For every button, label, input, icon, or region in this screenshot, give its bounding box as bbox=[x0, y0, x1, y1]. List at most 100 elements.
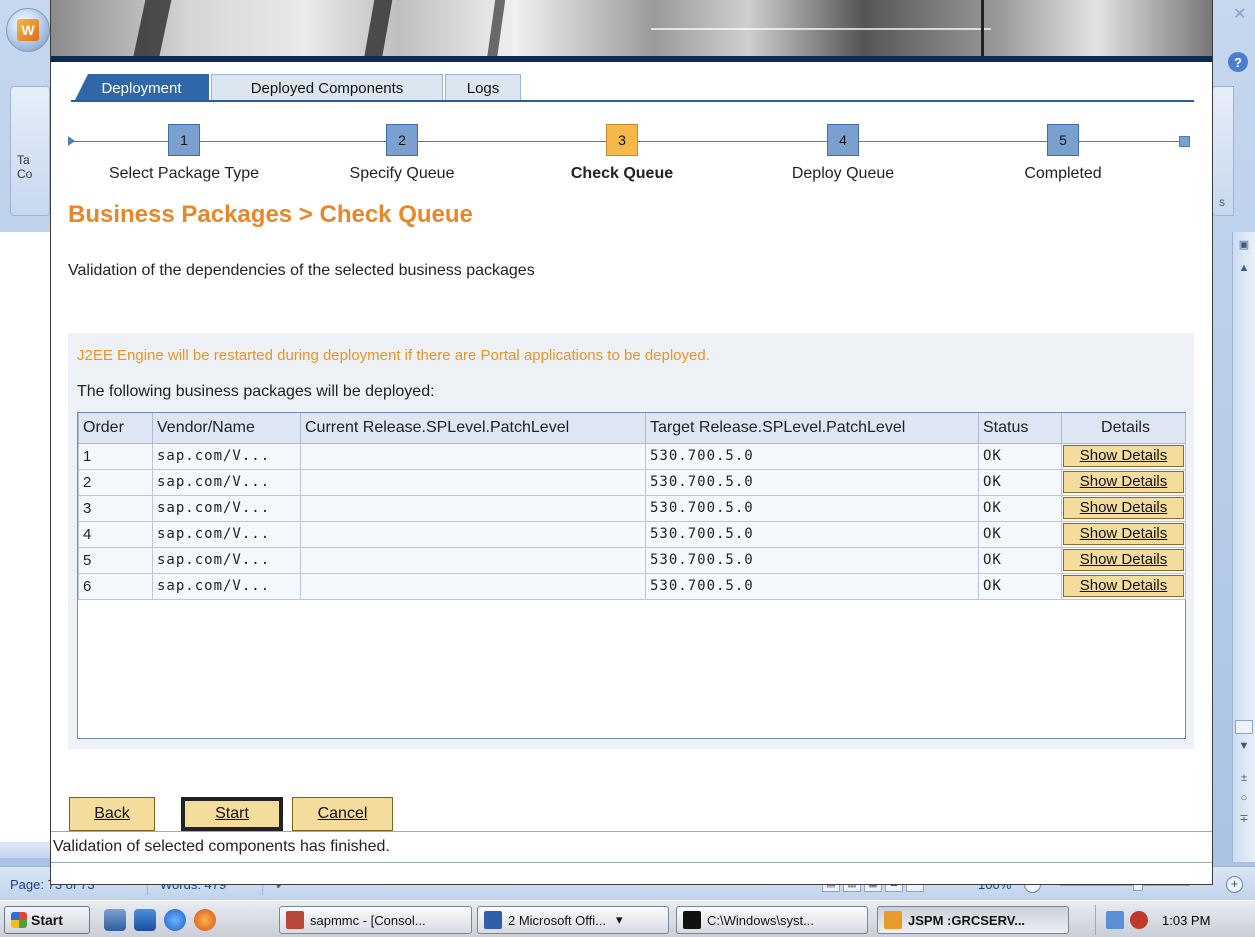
server-manager-icon[interactable] bbox=[104, 909, 126, 931]
roadmap-step-1[interactable]: 1 bbox=[168, 124, 200, 156]
cancel-button[interactable]: Cancel bbox=[292, 797, 393, 831]
show-details-button[interactable]: Show Details bbox=[1063, 523, 1184, 545]
table-row[interactable]: 2 sap.com/V... 530.700.5.0 OK Show Detai… bbox=[78, 468, 1186, 496]
cell-current-release bbox=[300, 572, 646, 600]
network-icon[interactable] bbox=[1106, 911, 1124, 929]
page-title: Business Packages > Check Queue bbox=[68, 201, 473, 228]
tab-label: Deployed Components bbox=[250, 80, 404, 97]
cell-target-release: 530.700.5.0 bbox=[645, 468, 979, 496]
column-header-order[interactable]: Order bbox=[78, 413, 153, 444]
back-button-label: Back bbox=[94, 805, 130, 822]
roadmap-step-4[interactable]: 4 bbox=[827, 124, 859, 156]
start-button[interactable]: Start bbox=[181, 797, 283, 831]
taskbar-item-word[interactable]: 2 Microsoft Offi... ▾ bbox=[477, 906, 669, 934]
cell-current-release bbox=[300, 520, 646, 548]
table-row[interactable]: 5 sap.com/V... 530.700.5.0 OK Show Detai… bbox=[78, 546, 1186, 574]
taskbar-item-label: JSPM :GRCSERV... bbox=[908, 912, 1026, 928]
cell-target-release: 530.700.5.0 bbox=[645, 442, 979, 470]
tab-deployment[interactable]: Deployment bbox=[74, 74, 209, 102]
step-number: 4 bbox=[839, 132, 847, 148]
scroll-thumb[interactable] bbox=[1235, 720, 1253, 734]
show-details-button[interactable]: Show Details bbox=[1063, 575, 1184, 597]
table-header-row: Order Vendor/Name Current Release.SPLeve… bbox=[78, 413, 1186, 444]
word-icon bbox=[484, 911, 502, 929]
cell-vendor: sap.com/V... bbox=[152, 546, 301, 574]
internet-explorer-icon[interactable] bbox=[164, 909, 186, 931]
ruler-toggle-icon[interactable]: ▣ bbox=[1235, 238, 1253, 251]
show-details-button[interactable]: Show Details bbox=[1063, 549, 1184, 571]
console-icon bbox=[683, 911, 701, 929]
cell-vendor: sap.com/V... bbox=[152, 468, 301, 496]
show-details-button[interactable]: Show Details bbox=[1063, 497, 1184, 519]
quick-launch bbox=[104, 909, 216, 931]
taskbar-item-label: sapmmc - [Consol... bbox=[310, 912, 426, 928]
word-vertical-scrollbar[interactable]: ▣ ▲ ▼ ± ○ ∓ bbox=[1232, 232, 1255, 862]
status-message: Validation of selected components has fi… bbox=[53, 838, 390, 855]
system-tray: 1:03 PM bbox=[1095, 905, 1252, 935]
column-header-vendor[interactable]: Vendor/Name bbox=[152, 413, 301, 444]
next-page-icon[interactable]: ∓ bbox=[1235, 812, 1253, 825]
tab-deployed-components[interactable]: Deployed Components bbox=[211, 74, 443, 102]
taskbar-item-sapmmc[interactable]: sapmmc - [Consol... bbox=[279, 906, 472, 934]
roadmap-step-3[interactable]: 3 bbox=[606, 124, 638, 156]
roadmap-label-1: Select Package Type bbox=[108, 165, 260, 182]
roadmap-step-5[interactable]: 5 bbox=[1047, 124, 1079, 156]
cell-vendor: sap.com/V... bbox=[152, 572, 301, 600]
taskbar-item-jspm[interactable]: JSPM :GRCSERV... bbox=[877, 906, 1069, 934]
office-button[interactable]: W bbox=[6, 8, 50, 52]
cell-details: Show Details bbox=[1061, 520, 1186, 548]
cell-target-release: 530.700.5.0 bbox=[645, 520, 979, 548]
word-ribbon-group-left: Ta Co bbox=[10, 86, 50, 216]
office-logo-icon: W bbox=[17, 19, 39, 41]
cell-current-release bbox=[300, 546, 646, 574]
taskbar-item-label: C:\Windows\syst... bbox=[707, 912, 814, 928]
show-details-button[interactable]: Show Details bbox=[1063, 471, 1184, 493]
step-number: 2 bbox=[398, 132, 406, 148]
cell-details: Show Details bbox=[1061, 494, 1186, 522]
roadmap-label-4: Deploy Queue bbox=[791, 165, 895, 182]
table-row[interactable]: 6 sap.com/V... 530.700.5.0 OK Show Detai… bbox=[78, 572, 1186, 600]
previous-page-icon[interactable]: ± bbox=[1235, 772, 1253, 784]
header-banner bbox=[51, 0, 1212, 62]
word-horizontal-scrollbar[interactable] bbox=[0, 842, 50, 858]
cell-current-release bbox=[300, 494, 646, 522]
column-header-status[interactable]: Status bbox=[978, 413, 1062, 444]
help-icon[interactable]: ? bbox=[1228, 52, 1248, 72]
taskbar-item-cmd[interactable]: C:\Windows\syst... bbox=[676, 906, 868, 934]
back-button[interactable]: Back bbox=[69, 797, 155, 831]
tab-label: Logs bbox=[466, 80, 500, 97]
roadmap-label-5: Completed bbox=[1024, 165, 1102, 182]
cell-target-release: 530.700.5.0 bbox=[645, 546, 979, 574]
scroll-up-icon[interactable]: ▲ bbox=[1235, 262, 1253, 274]
column-header-details[interactable]: Details bbox=[1061, 413, 1186, 444]
show-details-button[interactable]: Show Details bbox=[1063, 445, 1184, 467]
scroll-down-icon[interactable]: ▼ bbox=[1235, 740, 1253, 752]
clock[interactable]: 1:03 PM bbox=[1162, 913, 1210, 928]
tab-logs[interactable]: Logs bbox=[445, 74, 521, 102]
cell-target-release: 530.700.5.0 bbox=[645, 494, 979, 522]
word-close-icon[interactable]: ✕ bbox=[1233, 4, 1246, 24]
table-row[interactable]: 1 sap.com/V... 530.700.5.0 OK Show Detai… bbox=[78, 442, 1186, 470]
start-button-label: Start bbox=[215, 805, 249, 822]
cell-current-release bbox=[300, 442, 646, 470]
cell-target-release: 530.700.5.0 bbox=[645, 572, 979, 600]
cell-details: Show Details bbox=[1061, 572, 1186, 600]
select-browse-object-icon[interactable]: ○ bbox=[1235, 792, 1253, 804]
zoom-in-icon[interactable]: + bbox=[1226, 876, 1243, 893]
roadmap-label-3: Check Queue bbox=[570, 165, 674, 182]
roadmap-step-2[interactable]: 2 bbox=[386, 124, 418, 156]
column-header-current-release[interactable]: Current Release.SPLevel.PatchLevel bbox=[300, 413, 646, 444]
tab-underline bbox=[71, 100, 1194, 102]
security-alert-icon[interactable] bbox=[1130, 911, 1148, 929]
cell-status: OK bbox=[978, 520, 1062, 548]
start-button[interactable]: Start bbox=[4, 906, 90, 934]
word-ribbon-group-right: s bbox=[1212, 86, 1234, 216]
show-desktop-icon[interactable] bbox=[134, 909, 156, 931]
cell-vendor: sap.com/V... bbox=[152, 494, 301, 522]
table-row[interactable]: 4 sap.com/V... 530.700.5.0 OK Show Detai… bbox=[78, 520, 1186, 548]
cell-order: 2 bbox=[78, 468, 153, 496]
cell-status: OK bbox=[978, 442, 1062, 470]
firefox-icon[interactable] bbox=[194, 909, 216, 931]
table-row[interactable]: 3 sap.com/V... 530.700.5.0 OK Show Detai… bbox=[78, 494, 1186, 522]
column-header-target-release[interactable]: Target Release.SPLevel.PatchLevel bbox=[645, 413, 979, 444]
